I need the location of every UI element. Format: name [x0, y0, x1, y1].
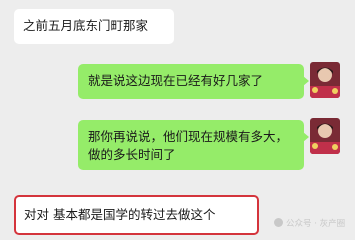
avatar[interactable]: [310, 118, 340, 154]
watermark-text: 公众号 · 灰产圈: [286, 219, 346, 229]
avatar-image: [310, 62, 340, 98]
message-bubble[interactable]: 那你再说说，他们现在规模有多大，做的多长时间了: [78, 120, 309, 170]
message-text: 就是说这边现在已经有好几家了: [88, 73, 264, 88]
watermark: 公众号 · 灰产圈: [274, 217, 345, 229]
message-bubble[interactable]: 就是说这边现在已经有好几家了: [78, 64, 309, 99]
bubble-tail: [303, 132, 309, 142]
avatar-image: [310, 118, 340, 154]
avatar[interactable]: [310, 62, 340, 98]
highlighted-message-bubble[interactable]: 对对 基本都是国学的转过去做这个: [14, 195, 259, 235]
bubble-tail: [303, 76, 309, 86]
message-bubble[interactable]: 之前五月底东门町那家: [14, 9, 174, 44]
message-text: 之前五月底东门町那家: [23, 18, 149, 33]
message-text: 那你再说说，他们现在规模有多大，做的多长时间了: [88, 129, 289, 162]
wechat-official-account-icon: [274, 218, 283, 227]
message-text: 对对 基本都是国学的转过去做这个: [24, 207, 216, 222]
